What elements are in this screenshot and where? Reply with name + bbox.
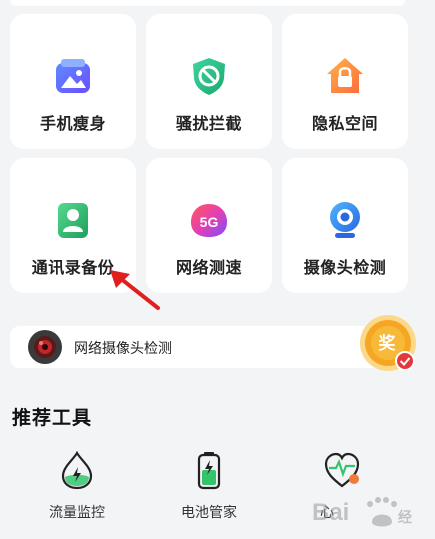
tile-label: 骚扰拦截 (175, 114, 242, 133)
svg-text:经: 经 (398, 509, 412, 526)
tile-phone-cleanup[interactable]: 手机瘦身 (10, 14, 136, 149)
contact-backup-icon (58, 203, 88, 238)
webcam-icon (330, 202, 360, 238)
lock-house-icon (327, 58, 363, 93)
top-card-edge (10, 0, 405, 6)
camera-lens-icon (28, 330, 62, 364)
block-shield-icon (193, 58, 225, 95)
data-drop-icon (61, 450, 93, 490)
heart-pulse-icon (324, 452, 360, 488)
check-badge-icon (395, 351, 415, 371)
svg-text:Bai: Bai (312, 499, 349, 526)
annotation-arrow-icon (110, 270, 160, 310)
baidu-watermark-logo: Bai 经 (312, 497, 412, 527)
tile-label: 摄像头检测 (303, 258, 387, 277)
tool-label: 电池管家 (181, 505, 237, 521)
photo-cleanup-icon (56, 59, 90, 93)
reward-medal-icon[interactable]: 奖 (358, 313, 418, 373)
tile-label: 手机瘦身 (39, 114, 106, 133)
svg-text:5G: 5G (200, 214, 219, 230)
tool-battery-manager[interactable]: 电池管家 (149, 450, 269, 530)
battery-icon (197, 452, 221, 490)
tool-label: 流量监控 (49, 505, 105, 521)
tile-harass-block[interactable]: 骚扰拦截 (146, 14, 272, 149)
tile-label: 隐私空间 (311, 114, 378, 133)
section-title: 推荐工具 (12, 407, 93, 429)
tile-camera-detect[interactable]: 摄像头检测 (282, 158, 408, 293)
tile-privacy-space[interactable]: 隐私空间 (282, 14, 408, 149)
network-camera-banner[interactable]: 网络摄像头检测 (10, 326, 405, 368)
medal-text: 奖 (379, 333, 397, 354)
banner-title: 网络摄像头检测 (74, 341, 172, 357)
5g-speed-icon: 5G (191, 204, 227, 237)
tool-data-monitor[interactable]: 流量监控 (17, 450, 137, 530)
